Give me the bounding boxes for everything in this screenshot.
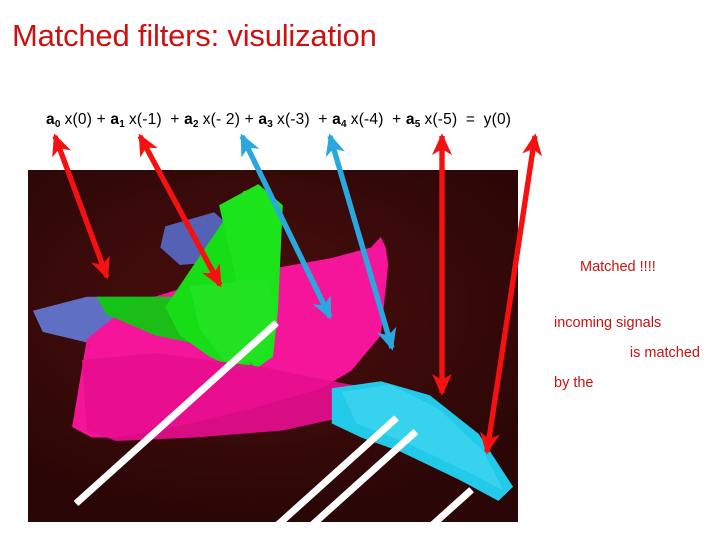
coefficient-a5: a5 — [405, 111, 421, 130]
factor-x5: x(-5) — [424, 111, 458, 128]
equation-term-5: a5 x(-5) — [405, 111, 458, 130]
coefficient-a2: a2 — [184, 111, 199, 130]
operator-5: = — [465, 111, 476, 128]
operator-2: + — [244, 111, 254, 128]
factor-x3: x(-3) — [277, 111, 310, 128]
equation-term-1: a1 x(-1) — [110, 111, 162, 130]
coefficient-a1: a1 — [110, 111, 125, 130]
operator-3: + — [318, 111, 328, 128]
equation-result: y(0) — [483, 111, 512, 128]
subscript-2: 2 — [192, 119, 199, 130]
operator-0: + — [96, 111, 106, 128]
jet-image — [28, 170, 518, 522]
factor-x0: x(0) — [64, 111, 93, 128]
operator-1: + — [170, 111, 180, 128]
note-incoming-signals: incoming signals — [554, 315, 662, 331]
equation-term-0: a0 x(0) — [46, 111, 93, 130]
subscript-0: 0 — [54, 119, 61, 130]
note-is-matched: is matched — [629, 345, 700, 361]
note-by-the: by the — [554, 375, 594, 391]
factor-x2: x(- 2) — [202, 111, 241, 128]
equation-term-3: a3 x(-3) — [258, 111, 310, 130]
subscript-4: 4 — [340, 119, 347, 130]
factor-x1: x(-1) — [128, 111, 162, 128]
equation-term-4: a4 x(-4) — [332, 111, 384, 130]
subscript-3: 3 — [267, 119, 273, 130]
page-title: Matched filters: visulization — [12, 18, 377, 53]
coefficient-a4: a4 — [332, 111, 347, 130]
equation-term-2: a2 x(- 2) — [184, 111, 241, 130]
coefficient-a3: a3 — [258, 111, 273, 130]
factor-x4: x(-4) — [350, 111, 384, 128]
subscript-1: 1 — [119, 119, 125, 130]
slide-canvas: Matched filters: visulization a0 x(0) + a… — [0, 0, 720, 540]
operator-4: + — [392, 111, 402, 128]
coefficient-a0: a0 — [46, 111, 61, 130]
subscript-5: 5 — [414, 119, 421, 130]
note-matched: Matched !!!! — [580, 259, 656, 275]
equation: a0 x(0) + a1 x(-1) + a2 x(- 2) + a3 x(-3) + … — [46, 110, 686, 135]
